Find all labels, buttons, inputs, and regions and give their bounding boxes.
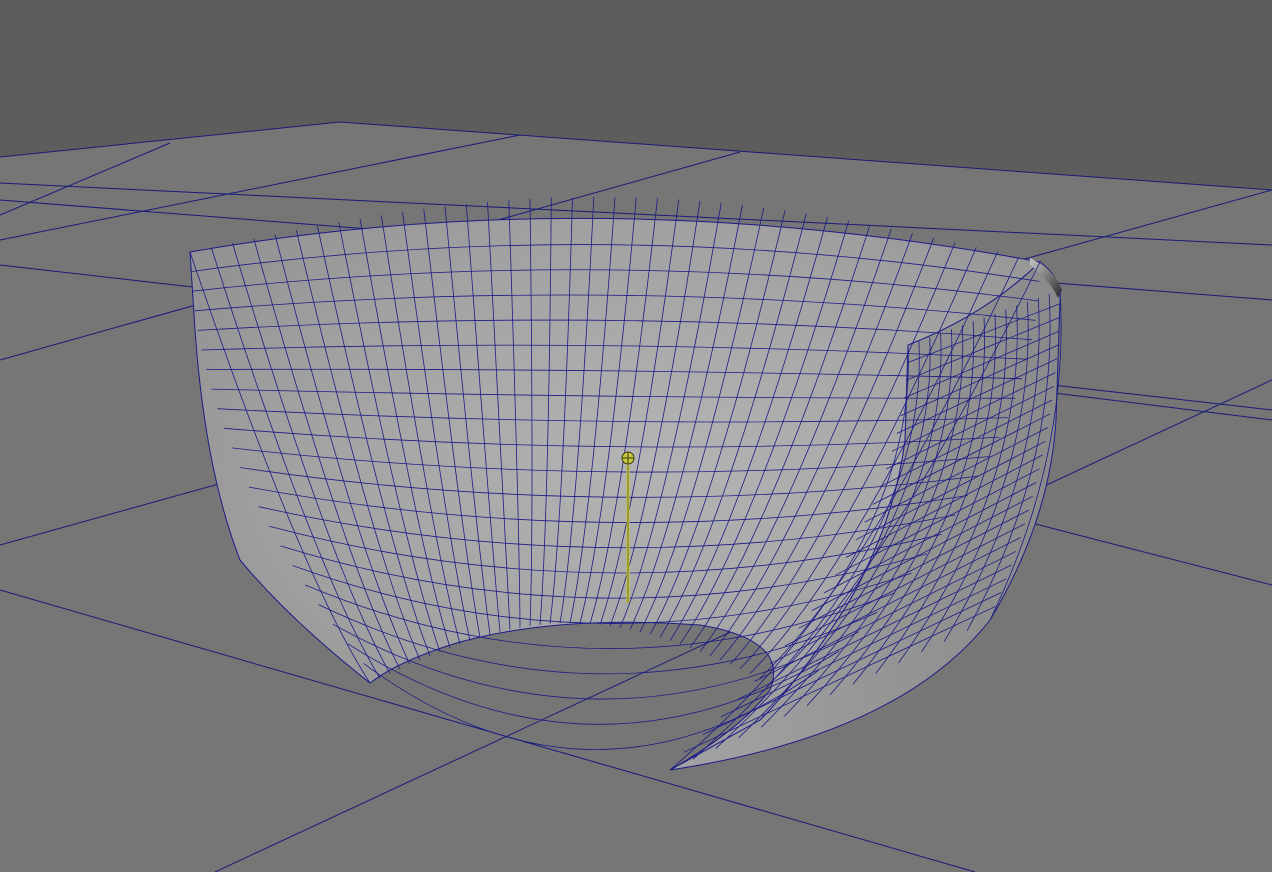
viewport-scene[interactable] [0,0,1272,872]
perspective-viewport[interactable] [0,0,1272,872]
